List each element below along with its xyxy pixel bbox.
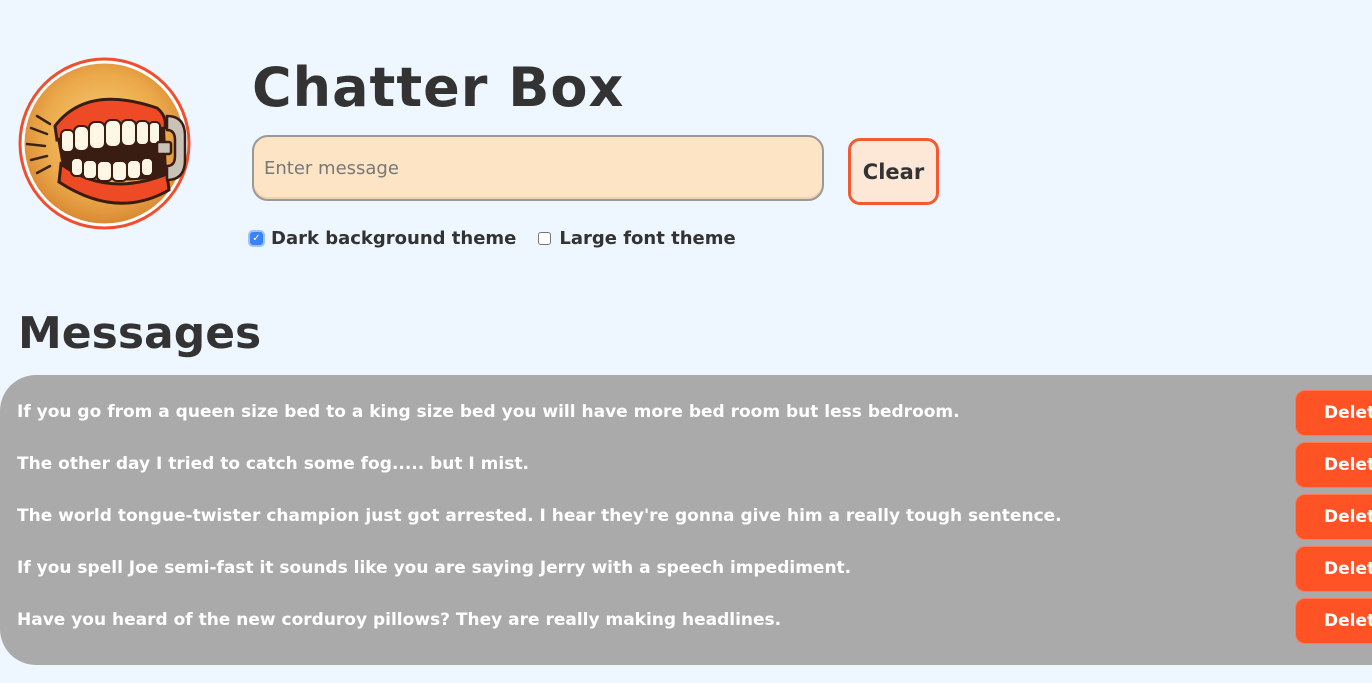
message-text: The other day I tried to catch some fog.… (17, 454, 529, 474)
list-item: If you spell Joe semi-fast it sounds lik… (0, 546, 1372, 592)
page: Chatter Box Clear ✓ Dark background them… (0, 0, 1372, 683)
clear-button[interactable]: Clear (848, 138, 939, 205)
messages-list: If you go from a queen size bed to a kin… (0, 375, 1372, 665)
large-font-checkbox[interactable] (538, 232, 552, 245)
message-text: Have you heard of the new corduroy pillo… (17, 610, 782, 630)
delete-button[interactable]: Delete (1295, 546, 1372, 592)
list-item: Have you heard of the new corduroy pillo… (0, 598, 1372, 644)
delete-button[interactable]: Delete (1295, 442, 1372, 488)
app-title: Chatter Box (252, 56, 625, 119)
large-font-label: Large font theme (559, 228, 736, 249)
messages-heading: Messages (18, 308, 262, 359)
list-item: The world tongue-twister champion just g… (0, 494, 1372, 540)
list-item: The other day I tried to catch some fog.… (0, 442, 1372, 488)
large-font-toggle[interactable]: Large font theme (538, 228, 736, 249)
dark-theme-label: Dark background theme (271, 228, 517, 249)
message-text: If you go from a queen size bed to a kin… (17, 402, 960, 422)
delete-button[interactable]: Delete (1295, 494, 1372, 540)
delete-button[interactable]: Delete (1295, 390, 1372, 436)
message-text: The world tongue-twister champion just g… (17, 506, 1062, 526)
theme-toggles: ✓ Dark background theme Large font theme (250, 228, 758, 249)
chattering-teeth-icon (17, 56, 192, 231)
message-text: If you spell Joe semi-fast it sounds lik… (17, 558, 852, 578)
delete-button[interactable]: Delete (1295, 598, 1372, 644)
list-item: If you go from a queen size bed to a kin… (0, 390, 1372, 436)
dark-theme-checkbox[interactable]: ✓ (250, 232, 263, 245)
dark-theme-toggle[interactable]: ✓ Dark background theme (250, 228, 516, 249)
message-input[interactable] (252, 135, 824, 201)
